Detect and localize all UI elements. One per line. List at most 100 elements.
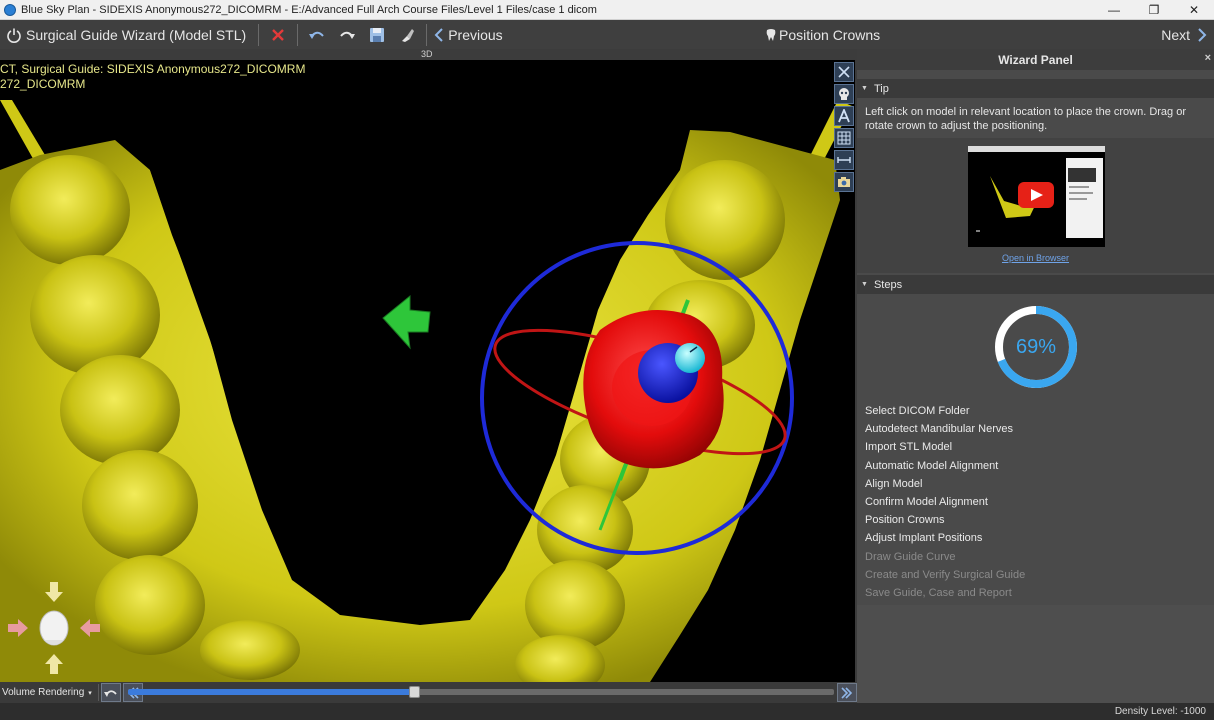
step-item[interactable]: Create and Verify Surgical Guide bbox=[865, 566, 1025, 584]
screenshot-button[interactable] bbox=[834, 172, 854, 192]
current-step-indicator: Position Crowns bbox=[766, 20, 880, 49]
step-item[interactable]: Adjust Implant Positions bbox=[865, 529, 1025, 547]
steps-list: Select DICOM Folder Autodetect Mandibular… bbox=[865, 402, 1025, 620]
double-chevron-right-icon bbox=[841, 686, 853, 699]
application-window: Blue Sky Plan - SIDEXIS Anonymous272_DIC… bbox=[0, 0, 1214, 720]
collapse-triangle-icon: ▼ bbox=[861, 85, 868, 92]
wizard-panel-title: Wizard Panel bbox=[998, 52, 1073, 67]
toolbar-divider bbox=[426, 23, 428, 46]
main-toolbar: Surgical Guide Wizard (Model STL) Previo… bbox=[0, 20, 1214, 49]
open-in-browser-link[interactable]: Open in Browser bbox=[857, 253, 1214, 263]
steps-section: 69% Select DICOM Folder Autodetect Mandib… bbox=[857, 294, 1214, 628]
viewport-bottom-bar: Volume Rendering ▾ bbox=[0, 682, 857, 703]
youtube-play-icon bbox=[1018, 182, 1054, 208]
redo-button[interactable] bbox=[334, 22, 360, 48]
camera-icon bbox=[838, 177, 850, 187]
grid-icon bbox=[837, 131, 851, 145]
wizard-menu-button[interactable]: Surgical Guide Wizard (Model STL) bbox=[6, 20, 246, 49]
ruler-icon bbox=[837, 157, 851, 163]
cancel-icon bbox=[272, 28, 285, 41]
step-item[interactable]: Confirm Model Alignment bbox=[865, 493, 1025, 511]
grid-button[interactable] bbox=[834, 128, 854, 148]
tutorial-video-thumbnail[interactable] bbox=[968, 146, 1105, 247]
annotation-button[interactable] bbox=[834, 106, 854, 126]
tip-section-header[interactable]: ▼ Tip bbox=[857, 79, 1214, 98]
model-pin-left bbox=[0, 100, 48, 164]
letter-a-icon bbox=[838, 109, 850, 123]
arrow-up-icon[interactable] bbox=[45, 654, 63, 674]
step-item[interactable]: Import STL Model bbox=[865, 438, 1025, 456]
wizard-title: Surgical Guide Wizard (Model STL) bbox=[26, 26, 247, 43]
dropdown-arrow-icon: ▾ bbox=[88, 689, 92, 697]
slider-fill bbox=[128, 689, 414, 695]
tip-heading: Tip bbox=[873, 82, 889, 95]
measure-button[interactable] bbox=[834, 150, 854, 170]
steps-section-header[interactable]: ▼ Steps bbox=[857, 275, 1214, 294]
power-icon bbox=[7, 28, 21, 43]
cancel-button[interactable] bbox=[265, 22, 291, 48]
step-item[interactable]: Autodetect Mandibular Nerves bbox=[865, 420, 1025, 438]
minimize-button[interactable]: — bbox=[1094, 0, 1134, 20]
view-mode-label: 3D bbox=[421, 49, 433, 59]
maximize-button[interactable]: ❐ bbox=[1134, 0, 1174, 20]
step-item[interactable]: Position Crowns bbox=[865, 511, 1025, 529]
cross-arrows-icon bbox=[838, 66, 850, 78]
toolbar-divider bbox=[258, 23, 260, 46]
render-mode-label: Volume Rendering bbox=[2, 687, 85, 698]
window-title: Blue Sky Plan - SIDEXIS Anonymous272_DIC… bbox=[21, 3, 597, 16]
save-icon bbox=[370, 27, 385, 42]
step-item[interactable]: Draw Guide Curve bbox=[865, 548, 1025, 566]
arrow-down-icon[interactable] bbox=[45, 582, 63, 602]
tooth-icon bbox=[766, 28, 776, 41]
previous-button[interactable]: Previous bbox=[433, 20, 503, 49]
previous-label: Previous bbox=[448, 26, 503, 43]
video-preview bbox=[968, 146, 1105, 247]
undo-button[interactable] bbox=[304, 22, 330, 48]
step-item[interactable]: Automatic Model Alignment bbox=[865, 457, 1025, 475]
render-mode-dropdown[interactable]: Volume Rendering ▾ bbox=[0, 684, 99, 701]
viewport-caption-line2: 272_DICOMRM bbox=[0, 77, 86, 91]
toolbar-divider bbox=[297, 23, 299, 46]
chevron-right-icon bbox=[1198, 27, 1207, 42]
collapse-triangle-icon: ▼ bbox=[861, 281, 868, 288]
opacity-slider[interactable] bbox=[128, 686, 834, 698]
slider-next-button[interactable] bbox=[837, 683, 857, 702]
rotate-view-button[interactable] bbox=[100, 683, 121, 702]
3d-viewport[interactable]: CT, Surgical Guide: SIDEXIS Anonymous272… bbox=[0, 60, 855, 682]
brush-button[interactable] bbox=[394, 22, 420, 48]
next-label: Next bbox=[1161, 26, 1190, 43]
app-logo-icon bbox=[4, 3, 16, 16]
chevron-left-icon bbox=[434, 27, 443, 42]
dental-model-scene[interactable] bbox=[0, 60, 855, 682]
wizard-panel: Wizard Panel × ▼ Tip Left click on model… bbox=[857, 49, 1214, 703]
undo-icon bbox=[309, 31, 324, 39]
arrow-left-icon[interactable] bbox=[80, 619, 100, 637]
viewport-tool-strip bbox=[834, 62, 854, 192]
arrow-right-icon[interactable] bbox=[8, 619, 28, 637]
steps-heading: Steps bbox=[873, 278, 903, 291]
step-item[interactable]: Save Guide, Case and Report bbox=[865, 584, 1025, 602]
status-bar: Density Level: -1000 bbox=[0, 703, 1214, 720]
density-level: Density Level: -1000 bbox=[1114, 706, 1206, 717]
slider-thumb[interactable] bbox=[408, 686, 420, 698]
rotate-icon bbox=[103, 689, 117, 697]
redo-icon bbox=[340, 31, 356, 39]
current-step-label: Position Crowns bbox=[779, 26, 881, 43]
reset-view-button[interactable] bbox=[834, 62, 854, 82]
orientation-widget[interactable] bbox=[6, 580, 102, 676]
step-item[interactable]: Select DICOM Folder bbox=[865, 402, 1025, 420]
close-panel-button[interactable]: × bbox=[1205, 52, 1211, 64]
skull-icon bbox=[839, 88, 849, 100]
brush-icon bbox=[402, 28, 415, 42]
head-orientation-icon bbox=[39, 610, 69, 646]
progress-percentage: 69% bbox=[1015, 335, 1057, 358]
close-window-button[interactable]: ✕ bbox=[1174, 0, 1214, 20]
panel-footer-area bbox=[857, 605, 1214, 703]
skull-view-button[interactable] bbox=[834, 84, 854, 104]
next-button[interactable]: Next bbox=[1161, 20, 1208, 49]
step-item[interactable]: Align Model bbox=[865, 475, 1025, 493]
wizard-panel-header: Wizard Panel × bbox=[857, 49, 1214, 70]
save-button[interactable] bbox=[364, 22, 390, 48]
viewport-caption-line1: CT, Surgical Guide: SIDEXIS Anonymous272… bbox=[0, 62, 306, 76]
tip-text: Left click on model in relevant location… bbox=[865, 106, 1186, 132]
